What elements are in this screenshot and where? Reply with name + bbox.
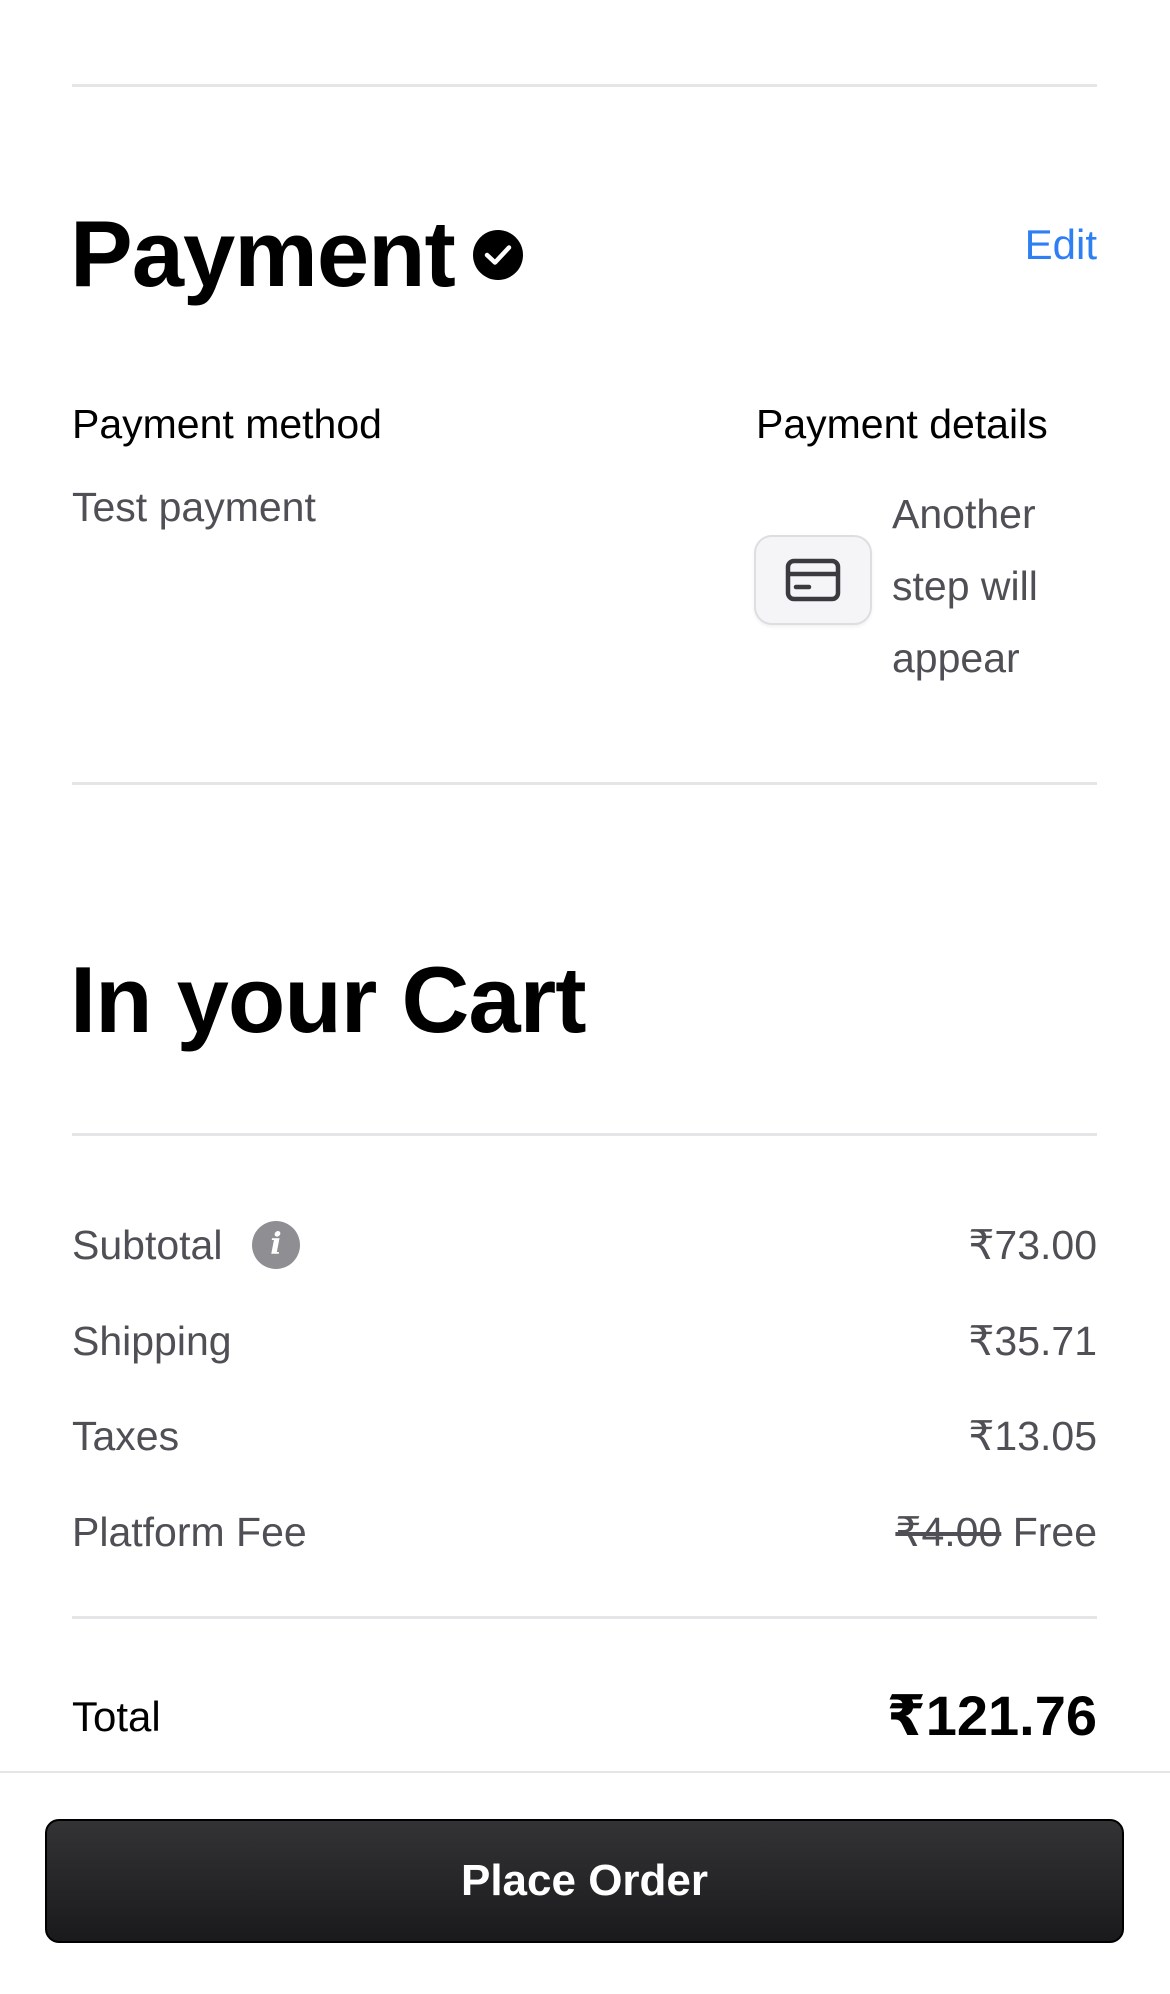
place-order-button[interactable]: Place Order bbox=[45, 1819, 1124, 1943]
payment-details-heading: Payment details bbox=[756, 401, 1048, 447]
payment-method-value: Test payment bbox=[72, 484, 316, 530]
total-value: ₹121.76 bbox=[886, 1684, 1097, 1747]
cart-title-divider bbox=[72, 1133, 1097, 1136]
shipping-value: ₹35.71 bbox=[968, 1318, 1097, 1364]
subtotal-value: ₹73.00 bbox=[968, 1222, 1097, 1268]
info-icon[interactable]: i bbox=[252, 1221, 300, 1269]
cart-title: In your Cart bbox=[70, 947, 587, 1052]
platform-fee-free-label: Free bbox=[1012, 1509, 1097, 1555]
payment-title: Payment bbox=[70, 201, 456, 306]
payment-details-note: Another step will appear bbox=[892, 491, 1038, 681]
check-circle-icon bbox=[473, 230, 523, 280]
platform-fee-label: Platform Fee bbox=[72, 1509, 307, 1555]
subtotal-label: Subtotal bbox=[72, 1222, 223, 1268]
credit-card-icon bbox=[754, 535, 872, 625]
payment-divider bbox=[72, 782, 1097, 785]
edit-payment-link[interactable]: Edit bbox=[1025, 224, 1097, 266]
shipping-label: Shipping bbox=[72, 1318, 232, 1364]
top-divider bbox=[72, 84, 1097, 87]
taxes-value: ₹13.05 bbox=[968, 1413, 1097, 1459]
total-label: Total bbox=[72, 1693, 161, 1740]
platform-fee-original-price: ₹4.00 bbox=[895, 1509, 1002, 1555]
platform-fee-value: ₹4.00 Free bbox=[895, 1512, 1097, 1553]
payment-method-heading: Payment method bbox=[72, 401, 382, 447]
total-divider bbox=[72, 1616, 1097, 1619]
taxes-label: Taxes bbox=[72, 1413, 180, 1459]
